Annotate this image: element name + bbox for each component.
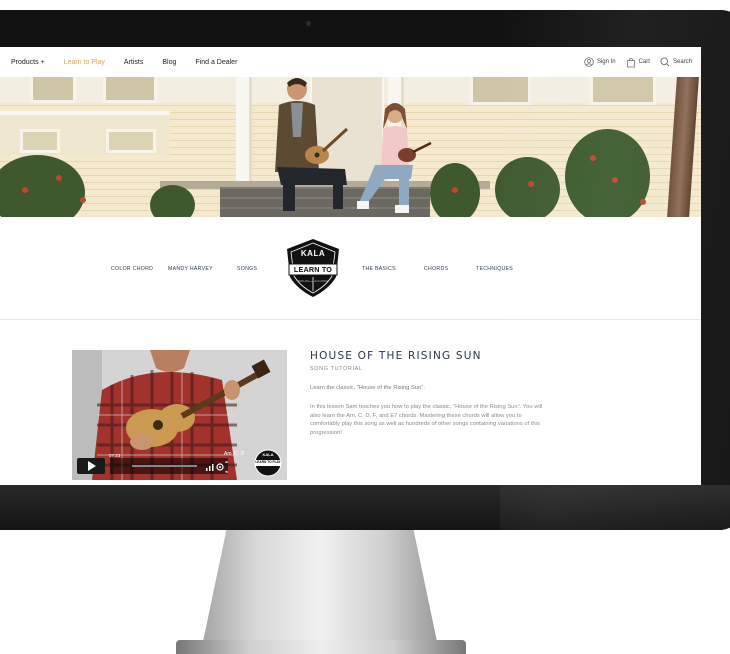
nav-links: Products + Learn to Play Artists Blog Fi…: [11, 47, 237, 77]
category-mandy-harvey[interactable]: MANDY HARVEY: [168, 266, 213, 272]
sign-in-label: Sign In: [596, 59, 616, 65]
nav-item-products[interactable]: Products +: [11, 59, 45, 66]
category-chords[interactable]: CHORDS: [424, 266, 448, 272]
top-nav: Products + Learn to Play Artists Blog Fi…: [0, 47, 701, 78]
nav-item-artists[interactable]: Artists: [124, 59, 143, 66]
category-the-basics[interactable]: THE BASICS: [362, 266, 396, 272]
house-window: [470, 77, 531, 105]
sign-in-link[interactable]: Sign In: [584, 57, 616, 67]
song-title: HOUSE OF THE RISING SUN: [310, 350, 482, 362]
gear-icon[interactable]: [216, 463, 224, 471]
video-player[interactable]: 07:23 Am C D KALA LEARN TO PLAY: [72, 350, 287, 480]
video-chord-labels: Am C D: [224, 451, 245, 457]
video-badge-text: LEARN TO PLAY: [255, 460, 281, 464]
song-subtitle: SONG TUTORIAL: [310, 366, 363, 372]
song-description: In this lesson Sam teaches you how to pl…: [310, 404, 543, 437]
nav-item-find-a-dealer[interactable]: Find a Dealer: [195, 59, 237, 66]
bag-icon: [626, 57, 635, 67]
monitor-stand: [200, 530, 440, 654]
search-link[interactable]: Search: [660, 57, 692, 67]
search-icon: [660, 57, 670, 67]
monitor-stand-foot: [176, 640, 466, 654]
category-color-chord[interactable]: COLOR CHORD: [111, 266, 153, 272]
volume-icon[interactable]: [206, 464, 214, 472]
badge-brand: KALA: [300, 249, 326, 258]
girl-with-ukulele: [357, 103, 432, 213]
nav-item-blog[interactable]: Blog: [162, 59, 176, 66]
house-window: [590, 77, 656, 105]
play-button[interactable]: [77, 458, 105, 474]
badge-text: LEARN TO PLAY: [293, 265, 333, 283]
house-window: [30, 77, 76, 103]
song-lead: Learn the classic, "House of the Rising …: [310, 385, 425, 391]
category-songs[interactable]: SONGS: [237, 266, 257, 272]
video-timestamp: 07:23: [109, 453, 121, 458]
cart-link[interactable]: Cart: [626, 57, 650, 68]
category-bar: COLOR CHORD MANDY HARVEY SONGS KALA LEAR…: [0, 217, 701, 320]
category-techniques[interactable]: TECHNIQUES: [476, 266, 513, 272]
nav-item-learn-to-play[interactable]: Learn to Play: [64, 59, 105, 66]
screen: Products + Learn to Play Artists Blog Fi…: [0, 47, 701, 485]
camera-dot: [306, 21, 311, 26]
cart-label: Cart: [638, 59, 650, 65]
nav-account: Sign In Cart Search: [584, 47, 692, 77]
video-badge-brand: KALA: [262, 452, 274, 457]
fullscreen-icon[interactable]: [225, 462, 231, 472]
man-with-ukulele: [275, 78, 349, 211]
hero-image: [0, 77, 701, 217]
learn-to-play-badge[interactable]: KALA LEARN TO PLAY: [284, 237, 342, 299]
monitor-chin: [0, 485, 730, 530]
user-icon: [584, 57, 594, 67]
search-label: Search: [672, 59, 692, 65]
house-window: [103, 77, 157, 103]
